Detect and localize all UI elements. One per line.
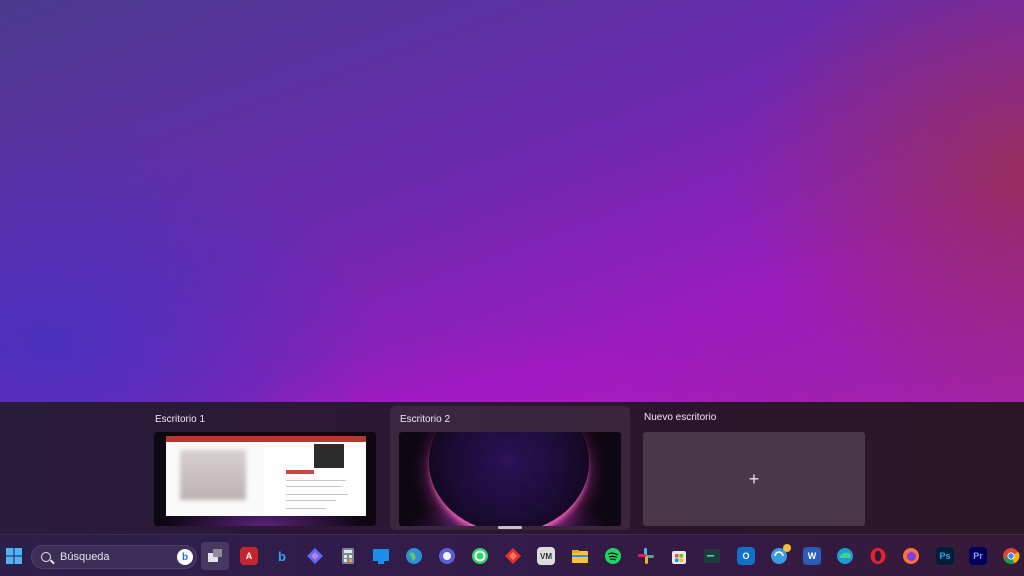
- drag-handle[interactable]: [498, 526, 522, 529]
- whatsapp-button[interactable]: [466, 542, 494, 570]
- slack-icon: [638, 548, 654, 564]
- firefox-button[interactable]: [897, 542, 925, 570]
- chrome-button[interactable]: [997, 542, 1024, 570]
- vm-button[interactable]: VM: [532, 542, 560, 570]
- anydesk-button[interactable]: [499, 542, 527, 570]
- notification-badge: [783, 544, 791, 552]
- premiere-button[interactable]: Pr: [964, 542, 992, 570]
- new-desktop-card[interactable]: Nuevo escritorio +: [634, 406, 874, 530]
- outlook-icon: O: [737, 547, 755, 565]
- photoshop-icon: Ps: [936, 547, 954, 565]
- terminal-button[interactable]: [698, 542, 726, 570]
- store-button[interactable]: [665, 542, 693, 570]
- desktop-thumbnail[interactable]: [154, 432, 376, 526]
- store-icon: [672, 551, 686, 564]
- photoshop-button[interactable]: Ps: [931, 542, 959, 570]
- access-button[interactable]: A: [235, 542, 263, 570]
- word-button[interactable]: W: [798, 542, 826, 570]
- spotify-button[interactable]: [599, 542, 627, 570]
- window-thumbnail[interactable]: [264, 436, 366, 516]
- bing-icon[interactable]: b: [177, 549, 193, 565]
- desktop-wallpaper: [0, 0, 1024, 402]
- desktop-thumbnail[interactable]: [399, 432, 621, 526]
- access-icon: A: [240, 547, 258, 565]
- desktop-title: Escritorio 1: [155, 414, 206, 425]
- spotify-icon: [605, 548, 621, 564]
- edge-button[interactable]: [831, 542, 859, 570]
- file-explorer-icon: [572, 550, 588, 563]
- search-box[interactable]: Búsqueda b: [31, 545, 197, 569]
- plus-icon: +: [748, 468, 760, 489]
- torrent-icon: [439, 548, 455, 564]
- start-button[interactable]: [0, 542, 28, 570]
- word-icon: W: [803, 547, 821, 565]
- calculator-icon: [342, 548, 354, 564]
- bing-icon: b: [278, 548, 286, 564]
- slack-button[interactable]: [632, 542, 660, 570]
- search-placeholder: Búsqueda: [60, 551, 110, 563]
- new-desktop-button[interactable]: +: [643, 432, 865, 526]
- opera-button[interactable]: [864, 542, 892, 570]
- desktop-card-2[interactable]: Escritorio 2: [390, 406, 630, 530]
- file-explorer-button[interactable]: [566, 542, 594, 570]
- desktop-title: Nuevo escritorio: [644, 412, 717, 423]
- task-view-button[interactable]: [201, 542, 229, 570]
- torrent-button[interactable]: [433, 542, 461, 570]
- terminal-icon: [704, 549, 720, 563]
- widgets-icon: [373, 549, 389, 564]
- outlook-button[interactable]: O: [732, 542, 760, 570]
- premiere-icon: Pr: [969, 547, 987, 565]
- search-icon: [41, 552, 51, 562]
- calculator-button[interactable]: [334, 542, 362, 570]
- copilot-icon: [307, 548, 323, 564]
- copilot-button[interactable]: [301, 542, 329, 570]
- firefox-icon: [903, 548, 919, 564]
- desktop-card-1[interactable]: Escritorio 1: [145, 406, 385, 530]
- task-view-panel: Escritorio 1 Escritorio 2 Nuevo escritor…: [0, 402, 1024, 534]
- start-icon: [6, 548, 22, 564]
- earth-browser-button[interactable]: [400, 542, 428, 570]
- task-view-icon: [208, 549, 222, 562]
- window-thumbnail[interactable]: [166, 436, 266, 516]
- desktop-title: Escritorio 2: [400, 414, 451, 425]
- vm-icon: VM: [537, 547, 555, 565]
- earth-browser-icon: [406, 548, 422, 564]
- bing-button[interactable]: b: [268, 542, 296, 570]
- taskbar: Búsqueda b A b VM O W Ps Pr: [0, 534, 1024, 576]
- widgets-button[interactable]: [367, 542, 395, 570]
- opera-icon: [870, 548, 886, 564]
- whatsapp-icon: [472, 548, 488, 564]
- anydesk-icon: [505, 548, 521, 564]
- chrome-icon: [1003, 548, 1020, 564]
- update-button[interactable]: [765, 542, 793, 570]
- edge-icon: [837, 548, 853, 564]
